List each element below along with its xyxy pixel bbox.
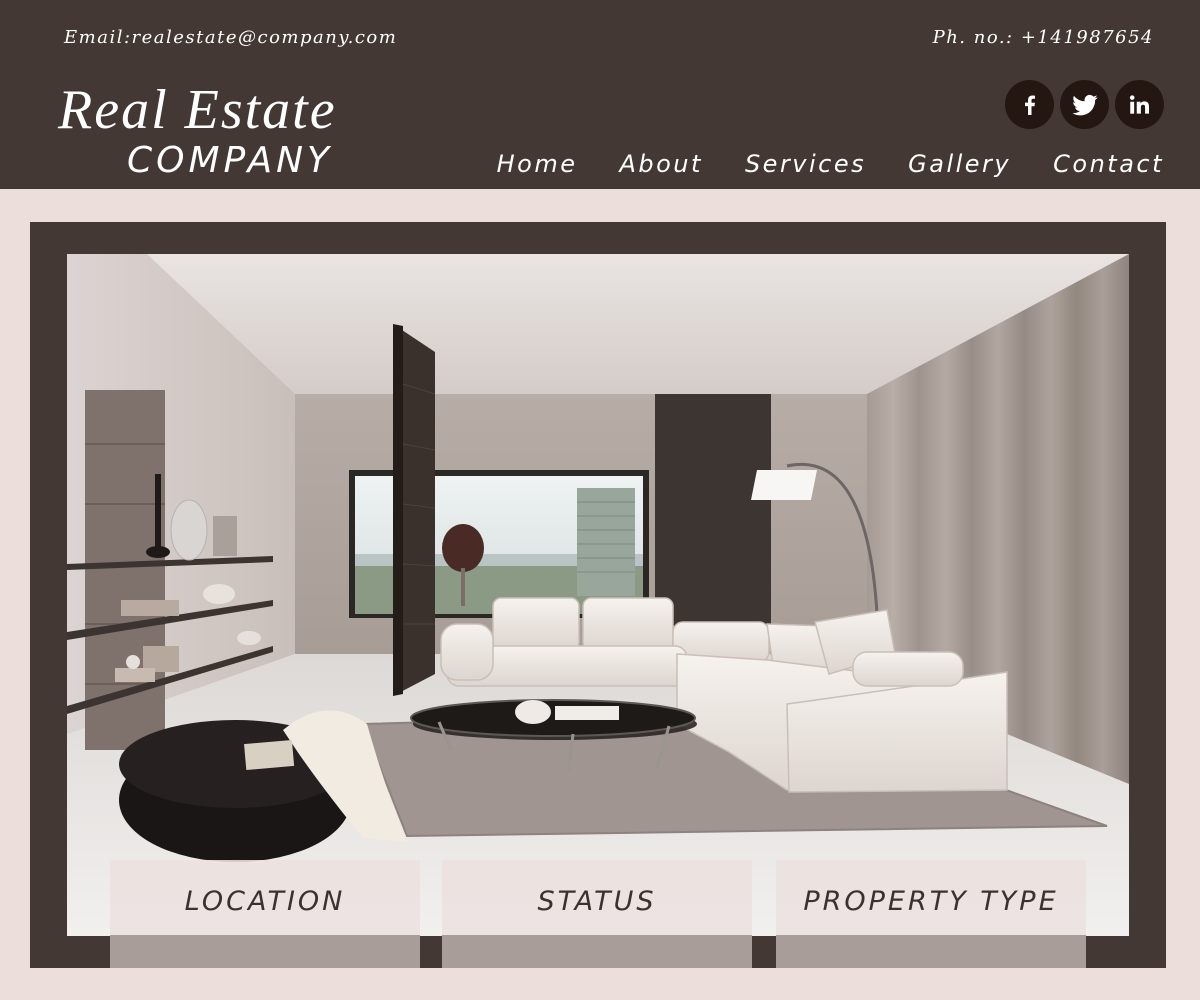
linkedin-icon (1129, 94, 1149, 114)
linkedin-link[interactable] (1115, 80, 1164, 129)
filter-property-type[interactable]: PROPERTY TYPE (776, 860, 1086, 968)
nav-services[interactable]: Services (745, 150, 866, 178)
contact-email[interactable]: Email:realestate@company.com (64, 27, 397, 48)
twitter-link[interactable] (1060, 80, 1109, 129)
filter-status-label: STATUS (537, 886, 657, 917)
facebook-link[interactable] (1005, 80, 1054, 129)
nav-gallery[interactable]: Gallery (908, 150, 1011, 178)
main-nav: Home About Services Gallery Contact (497, 150, 1164, 178)
filter-location[interactable]: LOCATION (110, 860, 420, 968)
nav-contact[interactable]: Contact (1053, 150, 1164, 178)
twitter-icon (1072, 94, 1098, 115)
contact-phone[interactable]: Ph. no.: +141987654 (933, 27, 1154, 48)
filter-location-label: LOCATION (184, 886, 346, 917)
filter-property-type-label: PROPERTY TYPE (803, 886, 1059, 917)
hero-photo (67, 254, 1129, 936)
logo-subtitle[interactable]: COMPANY (127, 140, 333, 181)
social-links (1005, 80, 1164, 129)
nav-about[interactable]: About (619, 150, 702, 178)
nav-home[interactable]: Home (497, 150, 578, 178)
facebook-icon (1024, 95, 1035, 115)
logo-title[interactable]: Real Estate (58, 78, 337, 142)
filter-status[interactable]: STATUS (442, 860, 752, 968)
site-header: Email:realestate@company.com Ph. no.: +1… (0, 0, 1200, 189)
